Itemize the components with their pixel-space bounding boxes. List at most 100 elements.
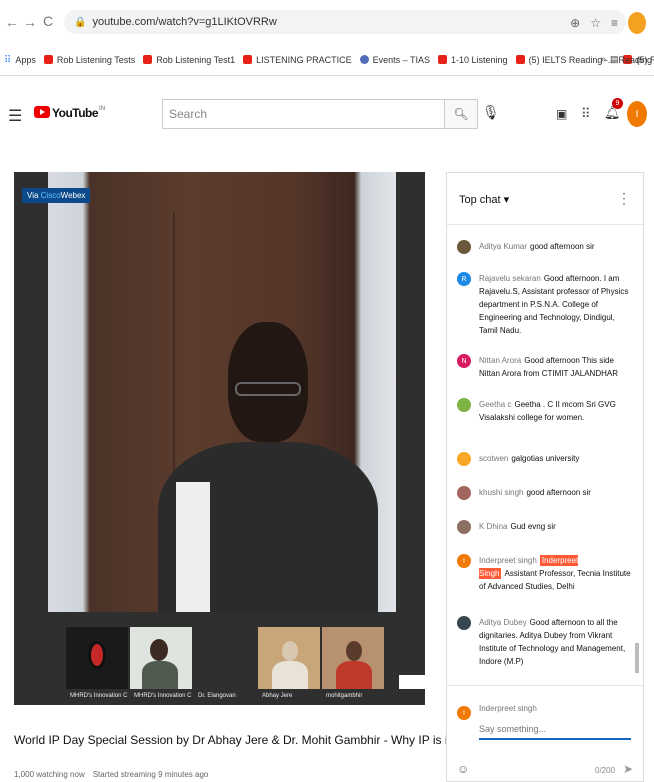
search-button[interactable]: 🔍︎ <box>444 99 478 129</box>
chat-author-avatar <box>457 486 471 500</box>
thumbnail-label: Abhay Jere <box>262 693 293 699</box>
webex-badge: Via CiscoWebex <box>22 188 91 203</box>
user-avatar[interactable]: I <box>627 101 647 127</box>
input-avatar: I <box>457 706 471 720</box>
badge-suffix: Webex <box>60 191 86 200</box>
chat-author-name: Nittan Arora <box>479 356 522 365</box>
bookmark-item[interactable]: Rob Listening Tests <box>43 54 136 65</box>
search-placeholder: Search <box>169 107 208 121</box>
globe-icon <box>359 55 369 64</box>
bookmark-item[interactable]: Events – TIAS <box>359 54 431 65</box>
chat-message-text: Good afternoon. I am Rajavelu.S, Assista… <box>479 274 629 335</box>
chat-author-name: Aditya Kumar <box>479 242 528 251</box>
back-icon[interactable]: ← <box>4 14 20 30</box>
reload-icon[interactable]: C <box>40 13 56 29</box>
chat-author-avatar <box>457 452 471 466</box>
bookmark-item[interactable]: ⠿ Apps <box>4 54 36 67</box>
bookmark-item[interactable]: 1-10 Listening <box>438 55 508 65</box>
live-chat-panel: Top chat ▾ ⋮ Aditya Kumar good afternoon … <box>446 172 644 782</box>
thumbnail-label: MHRD's Innovation C <box>70 693 128 699</box>
video-player[interactable]: Via CiscoWebex MHRD's Innovation C MHRD'… <box>14 172 425 705</box>
chat-author-name: Geetha c <box>479 400 512 409</box>
chat-author-avatar <box>457 240 471 254</box>
participant-thumbnails: MHRD's Innovation C MHRD's Innovation C … <box>14 627 425 705</box>
video-meta: 1,000 watching now Started streaming 9 m… <box>14 770 434 779</box>
chat-message: Aditya Dubey Good afternoon to all the di… <box>457 616 633 668</box>
chat-author-name: scotwen <box>479 454 509 463</box>
chat-message-input[interactable] <box>479 720 631 740</box>
browser-tools: ⊕ ☆ ≡ <box>570 12 646 34</box>
bookmark-item[interactable]: LISTENING PRACTICE <box>243 55 352 65</box>
watching-count: 1,000 watching now <box>14 770 85 779</box>
chat-message-body: K Dhina Gud evng sir <box>479 520 633 533</box>
chat-author-name: Rajavelu sekaran <box>479 274 541 283</box>
chat-author-name: K Dhina <box>479 522 508 531</box>
chat-message-body: Aditya Dubey Good afternoon to all the di… <box>479 616 633 668</box>
reading-list-button[interactable]: ▤ Reading <box>610 54 652 65</box>
star-icon[interactable]: ☆ <box>590 16 601 30</box>
create-video-icon[interactable]: ▣ <box>556 107 567 121</box>
logo-country: IN <box>99 106 106 112</box>
chat-message-body: Inderpreet singh Inderpreet Singh Assistan… <box>479 554 633 593</box>
send-icon[interactable]: ➤ <box>623 762 633 776</box>
youtube-favicon-icon <box>515 55 525 64</box>
chat-mode-dropdown[interactable]: Top chat ▾ <box>459 193 509 206</box>
participant-thumbnail <box>66 627 128 689</box>
badge-prefix: Via <box>27 191 41 200</box>
apps-grid-icon[interactable]: ⠿ <box>581 106 591 122</box>
chat-message-body: khushi singh good afternoon sir <box>479 486 633 499</box>
chat-message: scotwen galgotias university <box>457 452 633 466</box>
youtube-logo[interactable]: YouTube IN <box>34 106 105 120</box>
youtube-favicon-icon <box>143 55 153 64</box>
thumbnail-label: MHRD's Innovation C <box>134 693 192 699</box>
browser-address-bar: ← → C 🔒 youtube.com/watch?v=g1LIKtOVRRw … <box>0 0 654 44</box>
bookmark-label: Apps <box>15 54 36 65</box>
participant-thumbnail <box>130 627 192 689</box>
chat-author-avatar <box>457 616 471 630</box>
apps-grid-icon: ⠿ <box>4 55 12 66</box>
chat-message: K Dhina Gud evng sir <box>457 520 633 534</box>
chat-message: I Inderpreet singh Inderpreet Singh Assista… <box>457 554 633 593</box>
hamburger-menu-icon[interactable]: ☰ <box>8 106 22 126</box>
chat-message-body: Geetha c Geetha . C II mcom Sri GVG Visal… <box>479 398 633 424</box>
youtube-favicon-icon <box>43 55 53 64</box>
url-text: youtube.com/watch?v=g1LIKtOVRRw <box>92 16 277 28</box>
chat-author-avatar <box>457 520 471 534</box>
youtube-play-icon <box>34 106 50 118</box>
thumbnail-label: Dr. Elangovan <box>198 693 236 699</box>
chat-message-body: Aditya Kumar good afternoon sir <box>479 240 633 253</box>
chat-author-name: Aditya Dubey <box>479 618 527 627</box>
bookmark-label: Events – TIAS <box>372 54 431 65</box>
character-counter: 0/200 <box>595 766 616 775</box>
chat-header: Top chat ▾ ⋮ <box>447 173 643 225</box>
forward-icon[interactable]: → <box>22 14 38 30</box>
chat-message-text: galgotias university <box>511 454 580 463</box>
emoji-icon[interactable]: ☺ <box>457 762 469 776</box>
chat-message-text: Gud evng sir <box>510 522 556 531</box>
notification-count-badge: 9 <box>612 98 623 109</box>
chat-author-name: khushi singh <box>479 488 524 497</box>
chat-message-list[interactable]: Aditya Kumar good afternoon sir R Rajavelu … <box>447 226 633 721</box>
chat-message-body: Rajavelu sekaran Good afternoon. I am Raj… <box>479 272 633 337</box>
youtube-favicon-icon <box>438 55 448 64</box>
playlist-icon[interactable]: ≡ <box>611 16 618 30</box>
bookmark-label: Rob Listening Tests <box>56 54 136 65</box>
video-title: World IP Day Special Session by Dr Abhay… <box>14 733 570 747</box>
chat-author-avatar: R <box>457 272 471 286</box>
chat-author-avatar <box>457 398 471 412</box>
browser-profile-icon[interactable] <box>628 12 646 34</box>
bookmark-item[interactable]: Rob Listening Test1 <box>143 55 235 65</box>
search-icon: 🔍︎ <box>453 107 469 121</box>
search-input[interactable]: Search <box>162 99 444 129</box>
lock-icon: 🔒 <box>74 16 87 28</box>
bookmarks-more-button[interactable]: » <box>600 54 606 65</box>
more-options-icon[interactable]: ⋮ <box>617 190 631 207</box>
url-field[interactable]: 🔒 youtube.com/watch?v=g1LIKtOVRRw <box>64 10 626 34</box>
install-icon[interactable]: ⊕ <box>570 16 580 30</box>
chat-scrollbar[interactable] <box>635 643 639 673</box>
chat-message-text: Assistant Professor, Tecnia Institute of… <box>479 569 631 591</box>
thumbnail-label: mohitgambhir <box>326 693 363 699</box>
microphone-icon[interactable]: 🎙︎ <box>482 104 500 121</box>
institution-logo <box>399 675 425 689</box>
chat-message: khushi singh good afternoon sir <box>457 486 633 500</box>
